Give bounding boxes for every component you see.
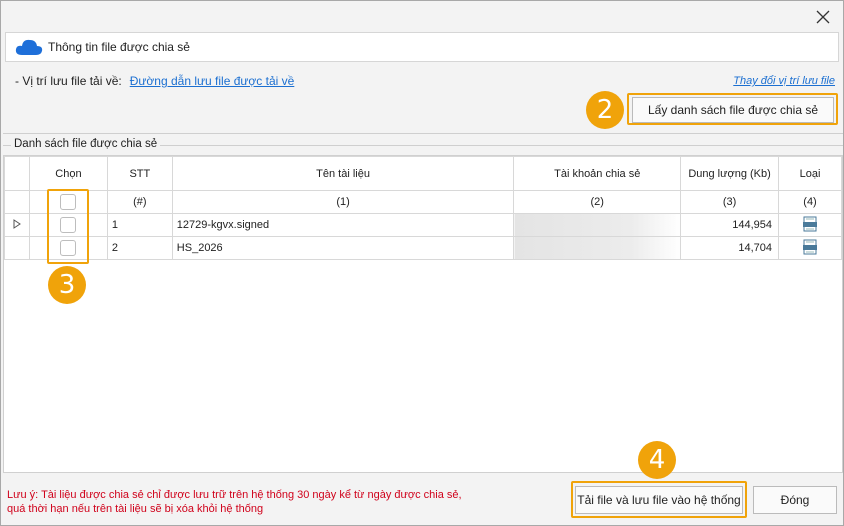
divider	[3, 133, 843, 134]
step-badge-3: 3	[48, 266, 86, 304]
change-location-link[interactable]: Thay đổi vị trí lưu file	[733, 75, 835, 87]
download-save-button[interactable]: Tải file và lưu file vào hệ thống	[575, 486, 743, 514]
subheader-account: (2)	[513, 190, 682, 214]
col-header-select[interactable]: Chọn	[28, 156, 108, 191]
subheader-size: (3)	[680, 190, 780, 214]
step-badge-2: 2	[586, 91, 624, 129]
row-file-name: 12729-kgvx.signed	[171, 213, 515, 237]
subheader-stt: (#)	[106, 190, 173, 214]
cloud-icon	[15, 39, 43, 55]
table-row[interactable]: 1 12729-kgvx.signed 144,954	[4, 213, 842, 237]
row-size: 14,704	[680, 236, 780, 260]
save-path-row: - Vị trí lưu file tải về: Đường dẫn lưu …	[15, 74, 294, 88]
subheader-row: (#) (1) (2) (3) (4)	[4, 190, 842, 214]
close-button[interactable]: Đóng	[753, 486, 837, 514]
file-table: Chọn STT Tên tài liệu Tài khoản chia sẻ …	[4, 156, 842, 260]
col-header-size[interactable]: Dung lượng (Kb)	[680, 156, 780, 191]
row-size: 144,954	[680, 213, 780, 237]
col-header-type[interactable]: Loại	[778, 156, 842, 191]
retention-note-line1: Lưu ý: Tài liệu được chia sẻ chỉ được lư…	[7, 489, 462, 501]
doc-file-icon[interactable]	[778, 213, 842, 237]
step-badge-4: 4	[638, 441, 676, 479]
row-stt: 1	[106, 213, 173, 237]
table-row[interactable]: 2 HS_2026 14,704	[4, 236, 842, 260]
row-checkbox[interactable]	[60, 217, 77, 233]
row-account-redacted	[513, 236, 682, 260]
col-header-account[interactable]: Tài khoản chia sẻ	[513, 156, 682, 191]
col-header-stt[interactable]: STT	[106, 156, 173, 191]
header-panel: Thông tin file được chia sẻ	[5, 32, 839, 62]
close-icon[interactable]	[813, 7, 833, 27]
dialog-window: Thông tin file được chia sẻ - Vị trí lưu…	[0, 0, 844, 526]
select-all-cell[interactable]	[28, 190, 108, 214]
row-account-redacted	[513, 213, 682, 237]
subheader-type: (4)	[778, 190, 842, 214]
current-row-indicator	[4, 213, 30, 237]
row-file-name: HS_2026	[171, 236, 515, 260]
row-stt: 2	[106, 236, 173, 260]
doc-file-icon[interactable]	[778, 236, 842, 260]
retention-note: Lưu ý: Tài liệu được chia sẻ chỉ được lư…	[7, 488, 462, 516]
col-header-name[interactable]: Tên tài liệu	[171, 156, 515, 191]
save-path-label: - Vị trí lưu file tải về:	[15, 74, 122, 88]
row-indicator-header	[4, 156, 30, 191]
subheader-name: (1)	[171, 190, 515, 214]
file-grid: Chọn STT Tên tài liệu Tài khoản chia sẻ …	[3, 155, 843, 473]
save-path-link[interactable]: Đường dẫn lưu file được tải về	[130, 74, 295, 88]
retention-note-line2: quá thời hạn nếu trên tài liệu sẽ bị xóa…	[7, 503, 264, 515]
group-title: Danh sách file được chia sẻ	[11, 138, 161, 150]
get-shared-list-button[interactable]: Lấy danh sách file được chia sẻ	[632, 97, 834, 123]
row-checkbox[interactable]	[60, 240, 77, 256]
header-title: Thông tin file được chia sẻ	[48, 40, 190, 54]
select-all-checkbox[interactable]	[60, 194, 77, 210]
